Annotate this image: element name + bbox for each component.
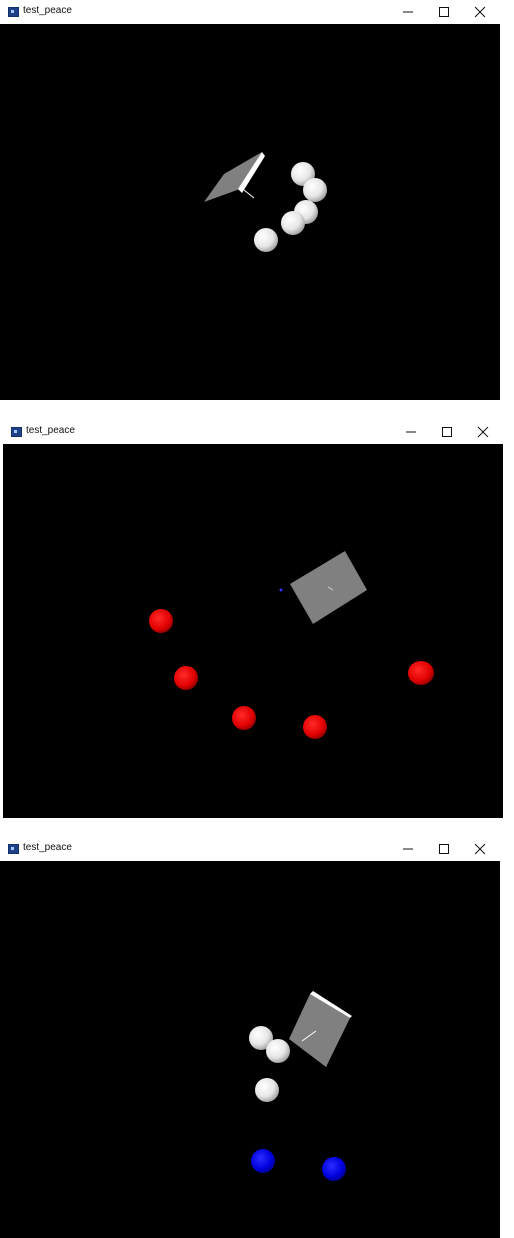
render-canvas[interactable] bbox=[0, 861, 500, 1238]
window-1: test_peace bbox=[0, 0, 500, 400]
minimize-icon[interactable] bbox=[393, 420, 429, 444]
maximize-icon[interactable] bbox=[429, 420, 465, 444]
white-sphere bbox=[266, 1039, 290, 1063]
grey-tile bbox=[289, 991, 352, 1067]
blue-sphere bbox=[251, 1149, 275, 1173]
minimize-icon[interactable] bbox=[390, 0, 426, 24]
white-sphere bbox=[281, 211, 305, 235]
app-icon bbox=[8, 7, 19, 17]
white-sphere bbox=[254, 228, 278, 252]
maximize-icon[interactable] bbox=[426, 0, 462, 24]
blue-sphere bbox=[322, 1157, 346, 1181]
title-bar[interactable]: test_peace bbox=[0, 0, 500, 24]
title-bar[interactable]: test_peace bbox=[3, 420, 503, 444]
window-title: test_peace bbox=[26, 425, 75, 436]
window-3: test_peace bbox=[0, 837, 500, 1238]
red-sphere bbox=[174, 666, 198, 690]
close-icon[interactable] bbox=[462, 837, 498, 861]
render-canvas[interactable] bbox=[3, 444, 503, 818]
close-icon[interactable] bbox=[462, 0, 498, 24]
maximize-icon[interactable] bbox=[426, 837, 462, 861]
app-icon bbox=[8, 844, 19, 854]
grey-tile bbox=[204, 152, 265, 202]
red-sphere bbox=[303, 715, 327, 739]
title-bar[interactable]: test_peace bbox=[0, 837, 500, 861]
app-icon bbox=[11, 427, 22, 437]
window-2: test_peace bbox=[3, 420, 503, 818]
window-title: test_peace bbox=[23, 5, 72, 16]
render-canvas[interactable] bbox=[0, 24, 500, 400]
grey-tile bbox=[290, 551, 367, 624]
red-sphere bbox=[149, 609, 173, 633]
white-sphere bbox=[303, 178, 327, 202]
close-icon[interactable] bbox=[465, 420, 501, 444]
red-sphere bbox=[232, 706, 256, 730]
red-sphere bbox=[408, 661, 434, 685]
white-sphere bbox=[255, 1078, 279, 1102]
window-title: test_peace bbox=[23, 842, 72, 853]
minimize-icon[interactable] bbox=[390, 837, 426, 861]
blue-dot bbox=[279, 588, 283, 592]
